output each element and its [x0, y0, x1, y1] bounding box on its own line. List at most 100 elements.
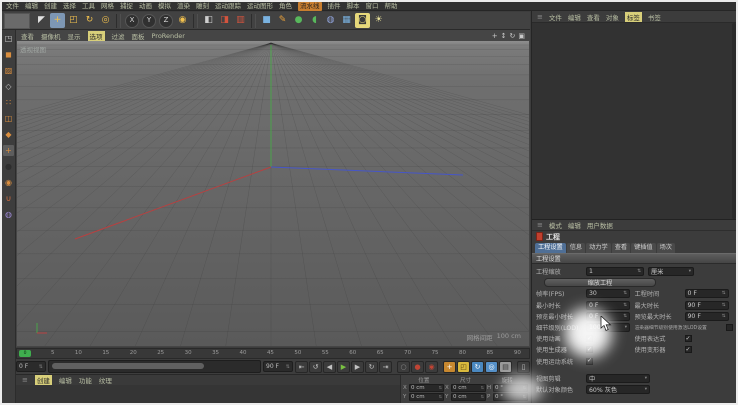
render-queue-icon[interactable]: ▥ — [233, 13, 248, 28]
menu-item-编辑[interactable]: 编辑 — [25, 2, 38, 11]
attribute-dropdown[interactable]: 中▾ — [586, 374, 650, 383]
menu-item-帮助[interactable]: 帮助 — [385, 2, 398, 11]
timeline-tick-90[interactable]: 90 — [514, 349, 521, 358]
stepper-icon[interactable]: ⇅ — [286, 364, 290, 370]
attribute-value-field[interactable]: 90 F⇅ — [685, 312, 729, 321]
record-keyframe-icon[interactable]: ● — [411, 361, 424, 373]
coords-value-field[interactable]: 0 cm⇅ — [451, 393, 486, 401]
timeline-tick-70[interactable]: 70 — [404, 349, 411, 358]
material-tab-纹理[interactable]: 纹理 — [99, 375, 112, 385]
goto-prev-key-icon[interactable]: ↺ — [309, 361, 322, 373]
attribute-checkbox[interactable] — [726, 324, 733, 331]
preview-end-field[interactable]: 90 F ⇅ — [263, 361, 293, 372]
add-light-icon[interactable]: ☀ — [371, 13, 386, 28]
timeline-tick-10[interactable]: 10 — [75, 349, 82, 358]
attribute-value-field[interactable]: 90 F⇅ — [685, 301, 729, 310]
timeline-tick-30[interactable]: 30 — [185, 349, 192, 358]
menu-item-运动图形[interactable]: 运动图形 — [247, 2, 273, 11]
live-selection-icon[interactable]: ◤ — [34, 13, 49, 28]
coords-value-field[interactable]: 0 cm⇅ — [409, 393, 444, 401]
menu-item-渲染[interactable]: 渲染 — [177, 2, 190, 11]
timeline-tick-55[interactable]: 55 — [322, 349, 329, 358]
key-position-icon[interactable]: + — [443, 361, 456, 373]
scale-tool-icon[interactable]: ◰ — [66, 13, 81, 28]
coords-value-field[interactable]: 0 cm⇅ — [409, 384, 444, 392]
y-axis-lock-icon[interactable]: Y — [142, 14, 156, 28]
object-manager-menu-书签[interactable]: 书签 — [648, 12, 661, 22]
timeline-tick-5[interactable]: 5 — [51, 349, 55, 358]
object-manager-menu-标签[interactable]: 标签 — [625, 12, 642, 22]
viewport-menu-选项[interactable]: 选项 — [88, 31, 105, 41]
attribute-group-header[interactable]: 工程设置 — [532, 253, 736, 264]
menu-item-动画[interactable]: 动画 — [139, 2, 152, 11]
menu-item-创建[interactable]: 创建 — [44, 2, 57, 11]
edges-mode-icon[interactable]: ◫ — [3, 113, 14, 124]
object-manager-menu-查看[interactable]: 查看 — [587, 12, 600, 22]
scale-project-button[interactable]: 缩放工程 — [544, 278, 656, 287]
attribute-menu-icon[interactable]: ≡ — [537, 221, 543, 229]
menu-item-模拟[interactable]: 模拟 — [158, 2, 171, 11]
timeline-tick-25[interactable]: 25 — [157, 349, 164, 358]
menu-item-插件[interactable]: 插件 — [328, 2, 341, 11]
timeline-scrollbar[interactable] — [48, 360, 261, 373]
rotate-tool-icon[interactable]: ↻ — [82, 13, 97, 28]
timeline-tick-85[interactable]: 85 — [486, 349, 493, 358]
key-parameter-icon[interactable]: ◎ — [485, 361, 498, 373]
keyframe-selection-icon[interactable]: ○ — [397, 361, 410, 373]
attribute-tab-工程设置[interactable]: 工程设置 — [535, 243, 566, 253]
snap-icon[interactable]: ◉ — [3, 177, 14, 188]
rotate-view-icon[interactable]: ↻ — [510, 32, 516, 40]
magnet-icon[interactable]: ∪ — [3, 193, 14, 204]
add-spline-icon[interactable]: ✎ — [275, 13, 290, 28]
zoom-view-icon[interactable]: ↕ — [501, 32, 507, 40]
attribute-checkbox[interactable]: ✓ — [685, 335, 692, 342]
timeline-tick-45[interactable]: 45 — [267, 349, 274, 358]
maximize-view-icon[interactable]: ▣ — [518, 32, 525, 40]
attribute-menu-用户数据[interactable]: 用户数据 — [587, 220, 613, 230]
goto-start-icon[interactable]: ⇤ — [295, 361, 308, 373]
coordinate-system-icon[interactable]: ◉ — [175, 13, 190, 28]
goto-prev-frame-icon[interactable]: ◀ — [323, 361, 336, 373]
stepper-icon[interactable]: ⇅ — [39, 364, 43, 370]
add-instance-icon[interactable]: ◍ — [323, 13, 338, 28]
attribute-unit-dropdown[interactable]: 厘米▾ — [648, 267, 694, 276]
attribute-value-field[interactable]: 30⇅ — [586, 289, 630, 298]
menu-item-脚本[interactable]: 脚本 — [347, 2, 360, 11]
viewport-menu-显示[interactable]: 显示 — [68, 31, 81, 41]
timeline-ruler[interactable]: 0 051015202530354045505560657075808590 — [16, 348, 530, 359]
enable-axis-icon[interactable]: + — [3, 145, 14, 156]
model-mode-icon[interactable]: ◼ — [3, 49, 14, 60]
material-tab-编辑[interactable]: 编辑 — [59, 375, 72, 385]
viewport-solo-icon[interactable]: ● — [3, 161, 14, 172]
coords-value-field[interactable]: 0 cm⇅ — [451, 384, 486, 392]
attribute-value-field[interactable]: 1⇅ — [586, 267, 644, 276]
attribute-tab-动力学[interactable]: 动力学 — [586, 243, 611, 253]
timeline-tick-35[interactable]: 35 — [212, 349, 219, 358]
menu-item-捕捉[interactable]: 捕捉 — [120, 2, 133, 11]
menu-item-雕刻[interactable]: 雕刻 — [196, 2, 209, 11]
timeline-tick-60[interactable]: 60 — [349, 349, 356, 358]
attribute-tab-场次[interactable]: 场次 — [657, 243, 675, 253]
menu-item-文件[interactable]: 文件 — [6, 2, 19, 11]
menu-item-选择[interactable]: 选择 — [63, 2, 76, 11]
goto-next-frame-icon[interactable]: ▶ — [351, 361, 364, 373]
attribute-value-field[interactable]: 0 F⇅ — [685, 289, 729, 298]
timeline-tick-75[interactable]: 75 — [432, 349, 439, 358]
polygons-mode-icon[interactable]: ◆ — [3, 129, 14, 140]
timeline-scrollbar-handle[interactable] — [52, 363, 204, 369]
z-axis-lock-icon[interactable]: Z — [159, 14, 173, 28]
viewport-menu-查看[interactable]: 查看 — [21, 31, 34, 41]
material-tab-创建[interactable]: 创建 — [35, 375, 52, 385]
render-view-icon[interactable]: ◧ — [201, 13, 216, 28]
attribute-tab-键插值[interactable]: 键插值 — [631, 243, 656, 253]
lock-workplane-icon[interactable]: ◍ — [3, 209, 14, 220]
make-editable-icon[interactable]: ◳ — [3, 33, 14, 44]
key-pla-icon[interactable]: ▤ — [499, 361, 512, 373]
timeline-tick-65[interactable]: 65 — [377, 349, 384, 358]
key-scale-icon[interactable]: ◰ — [457, 361, 470, 373]
menu-item-运动跟踪[interactable]: 运动跟踪 — [215, 2, 241, 11]
x-axis-lock-icon[interactable]: X — [125, 14, 139, 28]
viewport-canvas[interactable]: 透视视图 网格间距 100 cm — [17, 41, 529, 346]
viewport-menu-过滤[interactable]: 过滤 — [112, 31, 125, 41]
add-cube-icon[interactable]: ■ — [259, 13, 274, 28]
